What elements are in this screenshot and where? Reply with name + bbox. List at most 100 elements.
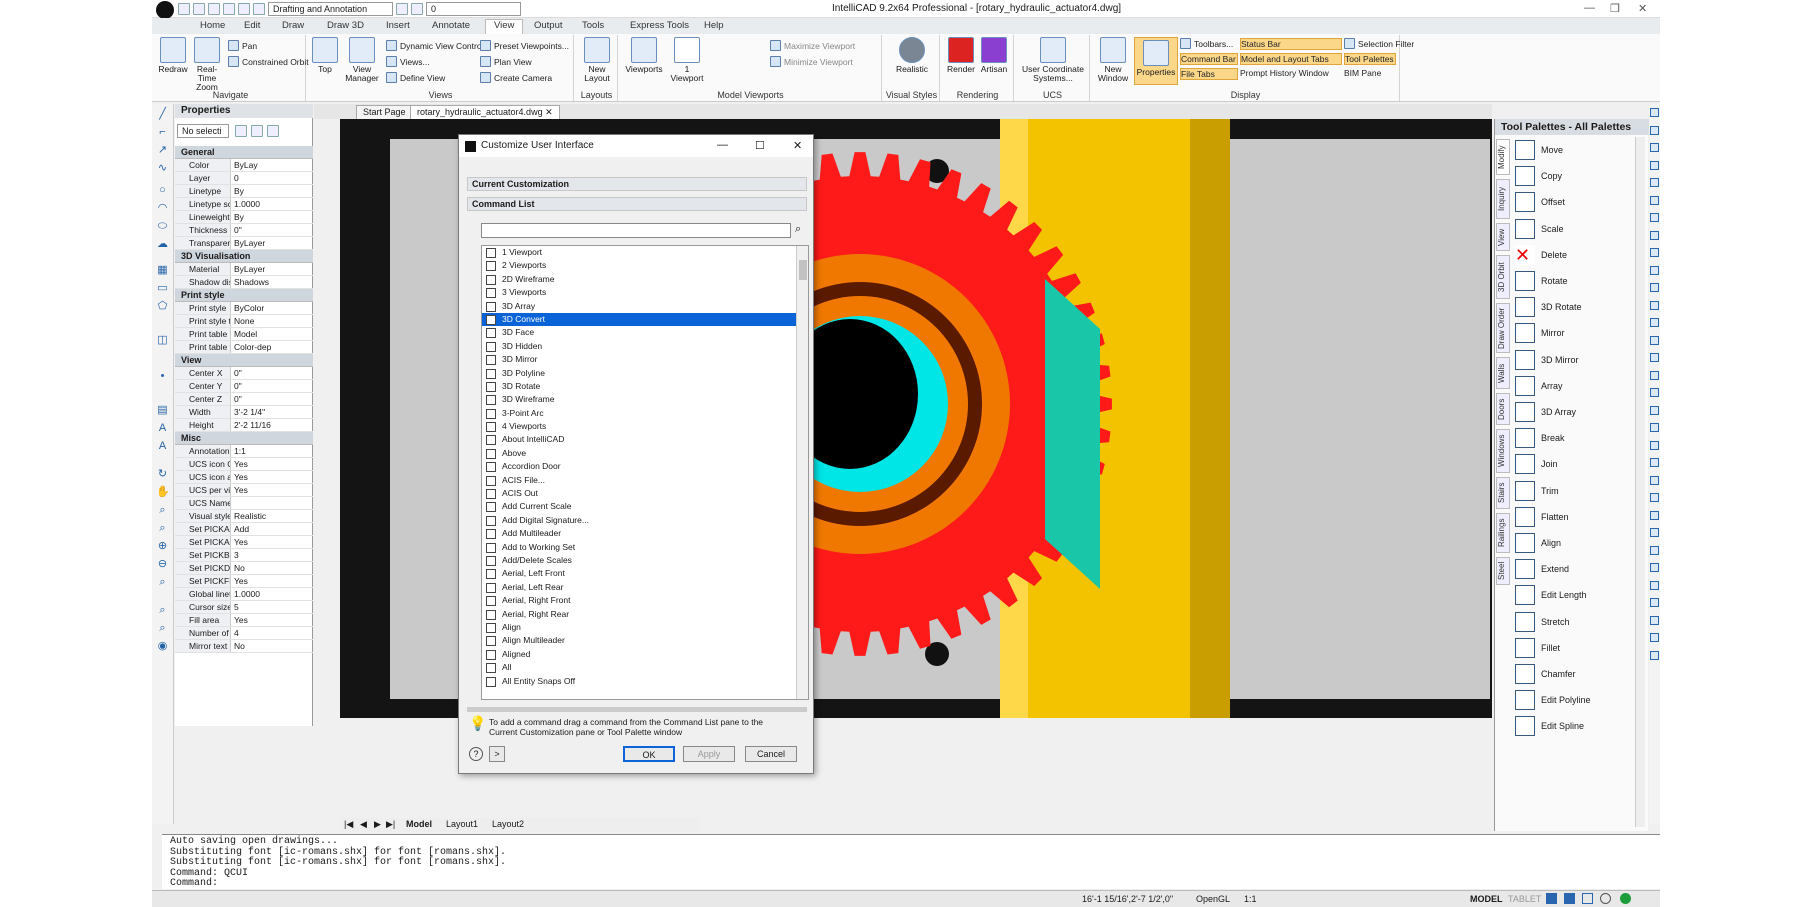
palette-item[interactable]: Chamfer <box>1515 663 1576 685</box>
palette-tab[interactable]: 3D Orbit <box>1496 255 1510 299</box>
text-icon[interactable]: A <box>156 422 169 435</box>
toggle-pickadd-icon[interactable] <box>235 125 247 137</box>
snap-tool-icon[interactable] <box>1650 195 1659 205</box>
command-list-item[interactable]: 2 Viewports <box>482 259 808 272</box>
view-manager-button[interactable]: View Manager <box>342 37 382 83</box>
viewports-button[interactable]: Viewports <box>622 37 666 74</box>
tab-annotate[interactable]: Annotate <box>432 20 470 31</box>
palette-item[interactable]: Extend <box>1515 558 1569 580</box>
palette-item[interactable]: Offset <box>1515 191 1565 213</box>
command-list-item[interactable]: ACIS Out <box>482 487 808 500</box>
pan-button[interactable]: Pan <box>228 40 257 51</box>
snap-tool-icon[interactable] <box>1650 370 1659 380</box>
property-row[interactable]: Annotation s...1:1 <box>175 445 313 458</box>
palette-tab[interactable]: Railings <box>1496 513 1510 553</box>
ucs-button[interactable]: User Coordinate Systems... <box>1020 37 1086 83</box>
last-tab-icon[interactable]: ▶| <box>386 819 395 830</box>
dynamic-view-button[interactable]: Dynamic View Control... <box>386 40 491 51</box>
one-viewport-button[interactable]: 1 Viewport <box>670 37 704 83</box>
expand-button[interactable]: > <box>489 746 505 762</box>
palette-item[interactable]: Copy <box>1515 165 1562 187</box>
palette-tab[interactable]: Walls <box>1496 357 1510 389</box>
property-value[interactable]: 1.0000 <box>231 198 313 210</box>
command-list-item[interactable]: 3D Face <box>482 326 808 339</box>
zoom-out-icon[interactable]: ⊖ <box>156 558 169 571</box>
snap-tool-icon[interactable] <box>1650 143 1659 152</box>
property-value[interactable]: 1.0000 <box>231 588 313 600</box>
property-value[interactable]: Add <box>231 523 313 535</box>
property-value[interactable]: 3'-2 1/4" <box>231 406 313 418</box>
command-list-item[interactable]: All Entity Snaps Off <box>482 675 808 688</box>
snap-tool-icon[interactable] <box>1650 528 1659 537</box>
property-value[interactable]: Yes <box>231 614 313 626</box>
property-value[interactable]: 5 <box>231 601 313 613</box>
property-value[interactable]: Model <box>231 328 313 340</box>
spline-icon[interactable]: ∿ <box>156 162 169 175</box>
property-category[interactable]: View <box>175 354 313 367</box>
constrained-orbit-button[interactable]: Constrained Orbit <box>228 56 309 67</box>
command-list-item[interactable]: 3D Rotate <box>482 380 808 393</box>
plan-view-button[interactable]: Plan View <box>480 56 532 67</box>
property-row[interactable]: Mirror text No <box>175 640 313 653</box>
property-category[interactable]: 3D Visualisation <box>175 250 313 263</box>
command-list-item[interactable]: All <box>482 661 808 674</box>
palette-tab[interactable]: View <box>1496 223 1510 251</box>
minimize-icon[interactable]: — <box>1584 2 1595 14</box>
palette-item[interactable]: Break <box>1515 427 1565 449</box>
annotation-scale[interactable]: 1:1 <box>1244 894 1257 904</box>
property-value[interactable]: 4 <box>231 627 313 639</box>
command-list-item[interactable]: 3D Hidden <box>482 340 808 353</box>
property-value[interactable]: 0" <box>231 393 313 405</box>
toolbars-button[interactable]: Toolbars... <box>1180 38 1233 49</box>
property-value[interactable]: ByColor <box>231 302 313 314</box>
dialog-maximize-icon[interactable]: ☐ <box>755 139 765 152</box>
polygon-icon[interactable]: ⬠ <box>156 300 169 313</box>
palette-tab[interactable]: Draw Order <box>1496 303 1510 353</box>
command-list-item[interactable]: 4 Viewports <box>482 420 808 433</box>
zoom-previous-icon[interactable]: ⌕ <box>156 604 169 617</box>
create-camera-button[interactable]: Create Camera <box>480 72 552 83</box>
palette-item[interactable]: Edit Spline <box>1515 715 1584 737</box>
property-row[interactable]: Layer 0 <box>175 172 313 185</box>
property-row[interactable]: Set PICKBOX3 <box>175 549 313 562</box>
palette-item[interactable]: 3D Mirror <box>1515 349 1579 371</box>
pan-hand-icon[interactable]: ✋ <box>156 486 170 499</box>
tab-insert[interactable]: Insert <box>386 20 410 31</box>
table-icon[interactable]: ▤ <box>156 404 169 417</box>
tab-draw[interactable]: Draw <box>282 20 304 31</box>
clean-screen-icon[interactable] <box>1582 893 1593 904</box>
aerial-view-icon[interactable]: ◉ <box>156 640 169 653</box>
dialog-minimize-icon[interactable]: — <box>717 139 728 151</box>
property-value[interactable]: Yes <box>231 484 313 496</box>
property-row[interactable]: Set PICKFIR...Yes <box>175 575 313 588</box>
arc-icon[interactable]: ◠ <box>156 202 169 215</box>
property-value[interactable]: No <box>231 562 313 574</box>
tab-edit[interactable]: Edit <box>244 20 260 31</box>
palette-item[interactable]: Trim <box>1515 480 1559 502</box>
tab-home[interactable]: Home <box>200 20 225 31</box>
palette-item[interactable]: Flatten <box>1515 506 1569 528</box>
open-file-icon[interactable] <box>193 3 205 15</box>
palette-tab[interactable]: Stairs <box>1496 477 1510 509</box>
command-list-item[interactable]: Align <box>482 621 808 634</box>
property-row[interactable]: Thickness 0" <box>175 224 313 237</box>
help-icon[interactable]: ? <box>469 747 483 761</box>
command-list-item[interactable]: 3D Wireframe <box>482 393 808 406</box>
command-list-item[interactable]: Aligned <box>482 648 808 661</box>
settings-icon[interactable] <box>1546 893 1557 904</box>
layer-select[interactable]: 0 <box>426 2 521 16</box>
property-value[interactable]: Color-dep <box>231 341 313 353</box>
property-value[interactable]: 0 <box>231 172 313 184</box>
property-row[interactable]: Cursor size 5 <box>175 601 313 614</box>
current-customization-header[interactable]: Current Customization <box>467 177 807 191</box>
app-logo-icon[interactable] <box>156 1 174 19</box>
property-row[interactable]: TransparencyByLayer <box>175 237 313 250</box>
snap-tool-icon[interactable] <box>1650 650 1659 660</box>
preset-viewpoints-button[interactable]: Preset Viewpoints... <box>480 40 569 51</box>
block-icon[interactable]: ◫ <box>156 334 169 347</box>
command-list-item[interactable]: 3 Viewports <box>482 286 808 299</box>
pane-splitter[interactable] <box>467 707 807 712</box>
palette-item[interactable]: Move <box>1515 139 1563 161</box>
command-list-item[interactable]: Aerial, Right Rear <box>482 608 808 621</box>
snap-tool-icon[interactable] <box>1650 283 1659 292</box>
